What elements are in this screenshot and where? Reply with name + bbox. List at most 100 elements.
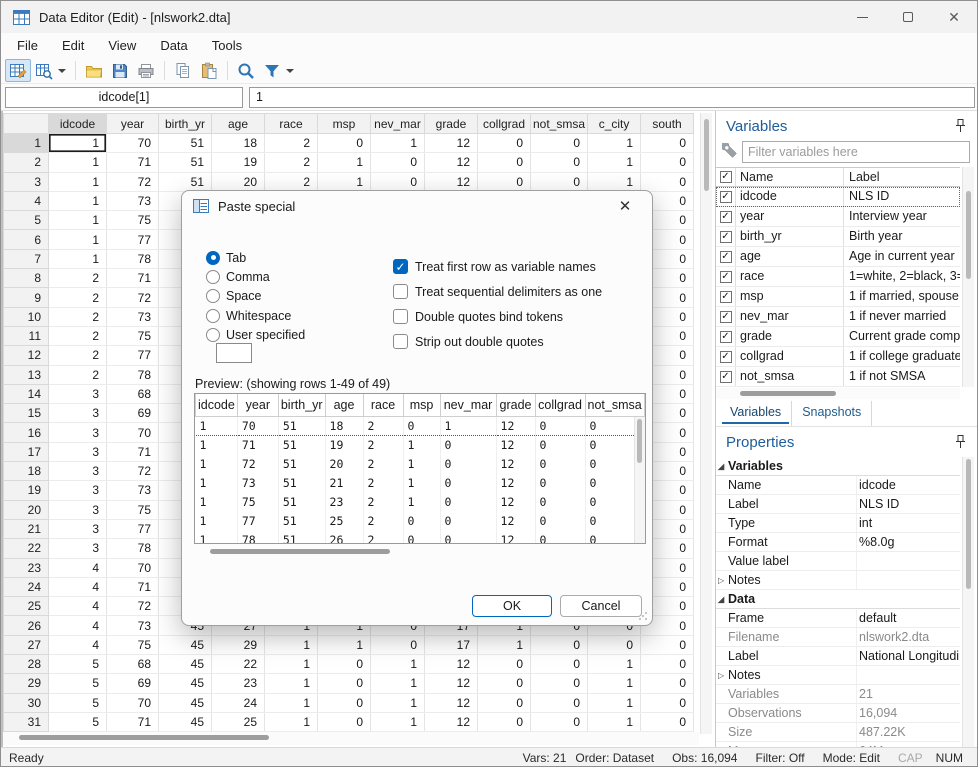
- grid-cell[interactable]: 3: [49, 404, 107, 423]
- grid-cell[interactable]: 0: [318, 674, 371, 693]
- variable-checkbox-cell[interactable]: ✓: [716, 267, 736, 286]
- grid-cell[interactable]: 0: [641, 674, 694, 693]
- grid-cell[interactable]: 0: [531, 153, 588, 172]
- grid-cell[interactable]: 0: [641, 693, 694, 712]
- variable-checkbox-cell[interactable]: ✓: [716, 307, 736, 326]
- preview-vertical-scrollbar[interactable]: [634, 417, 645, 544]
- row-header[interactable]: 21: [4, 519, 49, 538]
- delimiter-option-user-specified[interactable]: User specified: [206, 325, 305, 344]
- column-header-not_smsa[interactable]: not_smsa: [531, 114, 588, 134]
- radio-button[interactable]: [206, 251, 220, 265]
- grid-cell[interactable]: 1: [371, 712, 425, 731]
- column-header-nev_mar[interactable]: nev_mar: [371, 114, 425, 134]
- row-header[interactable]: 12: [4, 346, 49, 365]
- edit-data-button[interactable]: [5, 59, 31, 82]
- grid-cell[interactable]: 0: [531, 712, 588, 731]
- grid-cell[interactable]: 77: [107, 230, 159, 249]
- grid-cell[interactable]: 12: [425, 655, 478, 674]
- grid-cell[interactable]: 2: [265, 172, 318, 191]
- grid-cell[interactable]: 69: [107, 404, 159, 423]
- grid-cell[interactable]: 4: [49, 577, 107, 596]
- grid-cell[interactable]: 17: [425, 635, 478, 654]
- grid-cell[interactable]: 2: [49, 365, 107, 384]
- grid-cell[interactable]: 1: [588, 172, 641, 191]
- row-header[interactable]: 19: [4, 481, 49, 500]
- row-header[interactable]: 2: [4, 153, 49, 172]
- find-button[interactable]: [233, 59, 259, 82]
- grid-cell[interactable]: 2: [265, 134, 318, 153]
- browse-dropdown-caret[interactable]: [58, 69, 66, 73]
- variable-row-year[interactable]: ✓yearInterview year: [716, 207, 960, 227]
- row-header[interactable]: 6: [4, 230, 49, 249]
- pin-icon[interactable]: [954, 434, 967, 449]
- grid-cell[interactable]: 1: [49, 153, 107, 172]
- grid-cell[interactable]: 45: [159, 635, 212, 654]
- row-header[interactable]: 13: [4, 365, 49, 384]
- grid-cell[interactable]: 3: [49, 481, 107, 500]
- variable-checkbox[interactable]: ✓: [720, 231, 732, 243]
- close-button[interactable]: ✕: [931, 1, 977, 33]
- variable-row-nev_mar[interactable]: ✓nev_mar1 if never married: [716, 307, 960, 327]
- grid-cell[interactable]: 3: [49, 539, 107, 558]
- dialog-close-button[interactable]: ✕: [605, 191, 645, 221]
- grid-cell[interactable]: 0: [531, 134, 588, 153]
- grid-cell[interactable]: 1: [371, 693, 425, 712]
- row-header[interactable]: 7: [4, 249, 49, 268]
- variable-checkbox-cell[interactable]: ✓: [716, 367, 736, 386]
- variable-row-grade[interactable]: ✓gradeCurrent grade completed: [716, 327, 960, 347]
- variable-checkbox-cell[interactable]: ✓: [716, 227, 736, 246]
- grid-cell[interactable]: 0: [588, 635, 641, 654]
- variable-checkbox[interactable]: ✓: [720, 251, 732, 263]
- cell-value-box[interactable]: 1: [249, 87, 975, 108]
- pin-icon[interactable]: [954, 118, 967, 133]
- dialog-resize-grip[interactable]: [637, 610, 648, 621]
- grid-cell[interactable]: 70: [107, 693, 159, 712]
- grid-cell[interactable]: 78: [107, 365, 159, 384]
- grid-cell[interactable]: 1: [318, 172, 371, 191]
- grid-cell[interactable]: 0: [478, 134, 531, 153]
- checkbox[interactable]: [393, 284, 408, 299]
- grid-cell[interactable]: 68: [107, 655, 159, 674]
- grid-cell[interactable]: 25: [212, 712, 265, 731]
- collapse-triangle-icon[interactable]: ◢: [716, 462, 728, 471]
- row-header[interactable]: 3: [4, 172, 49, 191]
- property-value[interactable]: NLS ID: [856, 495, 960, 513]
- variable-checkbox[interactable]: ✓: [720, 211, 732, 223]
- grid-cell[interactable]: 12: [425, 712, 478, 731]
- row-header[interactable]: 27: [4, 635, 49, 654]
- grid-cell[interactable]: 1: [265, 693, 318, 712]
- grid-cell[interactable]: 12: [425, 153, 478, 172]
- grid-cell[interactable]: 0: [641, 635, 694, 654]
- column-header-race[interactable]: race: [265, 114, 318, 134]
- column-header-year[interactable]: year: [107, 114, 159, 134]
- grid-cell[interactable]: 1: [371, 674, 425, 693]
- row-header[interactable]: 5: [4, 211, 49, 230]
- row-header[interactable]: 24: [4, 577, 49, 596]
- grid-cell[interactable]: 1: [588, 134, 641, 153]
- scroll-thumb[interactable]: [637, 419, 642, 463]
- property-value[interactable]: [856, 571, 960, 589]
- grid-cell[interactable]: 72: [107, 462, 159, 481]
- grid-cell[interactable]: 0: [478, 674, 531, 693]
- radio-button[interactable]: [206, 309, 220, 323]
- row-header[interactable]: 30: [4, 693, 49, 712]
- grid-cell[interactable]: 3: [49, 384, 107, 403]
- row-header[interactable]: 18: [4, 462, 49, 481]
- delimiter-option-comma[interactable]: Comma: [206, 267, 305, 286]
- print-button[interactable]: [133, 59, 159, 82]
- menu-edit[interactable]: Edit: [50, 35, 96, 56]
- grid-cell[interactable]: 0: [478, 172, 531, 191]
- grid-cell[interactable]: 12: [425, 674, 478, 693]
- grid-cell[interactable]: 4: [49, 597, 107, 616]
- grid-cell[interactable]: 72: [107, 172, 159, 191]
- grid-cell[interactable]: 18: [212, 134, 265, 153]
- checkbox[interactable]: [393, 334, 408, 349]
- row-header[interactable]: 8: [4, 269, 49, 288]
- variable-row-birth_yr[interactable]: ✓birth_yrBirth year: [716, 227, 960, 247]
- grid-cell[interactable]: 0: [318, 134, 371, 153]
- grid-cell[interactable]: 78: [107, 539, 159, 558]
- scroll-thumb[interactable]: [210, 549, 390, 554]
- grid-cell[interactable]: 1: [49, 134, 107, 153]
- variable-filter-input[interactable]: [742, 141, 970, 163]
- grid-cell[interactable]: 75: [107, 211, 159, 230]
